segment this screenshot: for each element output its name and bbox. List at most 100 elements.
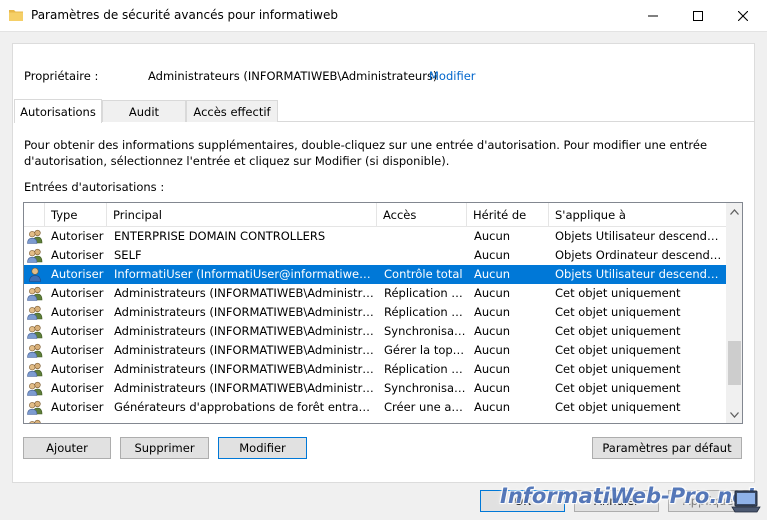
scroll-thumb[interactable] bbox=[728, 341, 741, 385]
column-header-icon[interactable] bbox=[24, 203, 45, 227]
cell-applies: Cet objet uniquement bbox=[555, 362, 681, 376]
cell-principal: InformatiUser (InformatiUser@informatiwe… bbox=[114, 267, 374, 281]
owner-label: Propriétaire : bbox=[24, 69, 99, 83]
tab-audit[interactable]: Audit bbox=[102, 100, 186, 122]
button-label: Supprimer bbox=[134, 441, 195, 455]
column-header-inherited[interactable]: Hérité de bbox=[467, 203, 549, 227]
change-owner-link[interactable]: Modifier bbox=[429, 69, 476, 83]
cell-applies: Cet objet uniquement bbox=[555, 400, 681, 414]
cell-access: Contrôle total bbox=[384, 267, 463, 281]
cell-applies: Cet objet uniquement bbox=[555, 286, 681, 300]
user-icon bbox=[27, 267, 43, 282]
cell-principal: Administrateurs (INFORMATIWEB\Administra… bbox=[114, 362, 374, 376]
group-icon bbox=[27, 305, 43, 320]
maximize-icon[interactable] bbox=[675, 0, 721, 31]
table-row[interactable]: Autoriser Générateurs d'approbations de f… bbox=[24, 398, 726, 417]
cell-principal: Administrateurs (INFORMATIWEB\Administra… bbox=[114, 305, 374, 319]
cell-principal: Administrateurs (INFORMATIWEB\Administra… bbox=[114, 286, 374, 300]
column-header-principal[interactable]: Principal bbox=[107, 203, 377, 227]
scroll-down-icon[interactable] bbox=[726, 406, 742, 423]
cell-principal: Générateurs d'approbations de forêt entr… bbox=[114, 400, 374, 414]
cell-applies: Cet objet uniquement bbox=[555, 343, 681, 357]
column-header-access[interactable]: Accès bbox=[377, 203, 467, 227]
column-header-label: Type bbox=[51, 208, 78, 222]
group-icon bbox=[27, 324, 43, 339]
column-header-type[interactable]: Type bbox=[45, 203, 107, 227]
folder-icon bbox=[9, 10, 23, 21]
button-label: Modifier bbox=[239, 441, 286, 455]
cell-type: Autoriser bbox=[51, 400, 104, 414]
table-row[interactable]: Autoriser Administrateurs (INFORMATIWEB\A… bbox=[24, 322, 726, 341]
info-text: Pour obtenir des informations supplément… bbox=[24, 138, 708, 168]
cell-access: Réplication d... bbox=[384, 286, 466, 300]
list-header: Type Principal Accès Hérité de S'appliqu… bbox=[24, 203, 726, 227]
table-row[interactable]: Autoriser Administrateurs (INFORMATIWEB\A… bbox=[24, 303, 726, 322]
cell-access: Gérer la topo... bbox=[384, 343, 466, 357]
table-row[interactable]: Autoriser InformatiUser (InformatiUser@in… bbox=[24, 265, 726, 284]
tab-label: Accès effectif bbox=[193, 104, 271, 119]
column-header-applies[interactable]: S'applique à bbox=[549, 203, 726, 227]
close-icon[interactable] bbox=[720, 0, 766, 31]
cell-type: Autoriser bbox=[51, 305, 104, 319]
table-row[interactable]: Autoriser SELF Aucun Objets Ordinateur desc… bbox=[24, 246, 726, 265]
group-icon bbox=[27, 343, 43, 358]
watermark-text: InformatiWeb-Pro.net bbox=[500, 484, 757, 508]
window-title: Paramètres de sécurité avancés pour info… bbox=[31, 8, 338, 22]
add-button[interactable]: Ajouter bbox=[23, 437, 111, 459]
cell-type: Autoriser bbox=[51, 248, 104, 262]
tab-autorisations[interactable]: Autorisations bbox=[14, 99, 102, 123]
cell-type: Autoriser bbox=[51, 229, 104, 243]
entries-label: Entrées d'autorisations : bbox=[24, 180, 165, 194]
cell-principal: SELF bbox=[114, 248, 142, 262]
title-bar: Paramètres de sécurité avancés pour info… bbox=[0, 0, 767, 31]
cell-access: Créer une app... bbox=[384, 400, 466, 414]
cell-access: Synchronisat... bbox=[384, 324, 466, 338]
group-icon bbox=[27, 419, 43, 423]
group-icon bbox=[27, 381, 43, 396]
permission-entries-list[interactable]: Type Principal Accès Hérité de S'appliqu… bbox=[23, 202, 743, 424]
cell-applies: Cet objet uniquement bbox=[555, 324, 681, 338]
cell-inherited: Aucun bbox=[474, 305, 511, 319]
button-label: Paramètres par défaut bbox=[602, 441, 732, 455]
table-row[interactable]: Autoriser Administrateurs (INFORMATIWEB\A… bbox=[24, 284, 726, 303]
cell-type: Autoriser bbox=[51, 343, 104, 357]
cell-applies: Objets Utilisateur descendants bbox=[555, 267, 725, 281]
cell-inherited: Aucun bbox=[474, 229, 511, 243]
cell-access bbox=[384, 227, 466, 246]
modify-button[interactable]: Modifier bbox=[218, 437, 307, 459]
group-icon bbox=[27, 248, 43, 263]
vertical-scrollbar[interactable] bbox=[726, 203, 742, 423]
laptop-logo-icon bbox=[731, 490, 761, 513]
scroll-up-icon[interactable] bbox=[726, 203, 742, 220]
table-row[interactable]: Autoriser ENTERPRISE DOMAIN CONTROLLERS Au… bbox=[24, 227, 726, 246]
tab-label: Audit bbox=[128, 104, 160, 119]
column-header-label: S'applique à bbox=[555, 208, 626, 222]
table-row-partial bbox=[24, 417, 726, 423]
cell-applies: Cet objet uniquement bbox=[555, 305, 681, 319]
button-label: Ajouter bbox=[46, 441, 88, 455]
restore-defaults-button[interactable]: Paramètres par défaut bbox=[592, 437, 742, 459]
minimize-icon[interactable] bbox=[630, 0, 676, 31]
cell-inherited: Aucun bbox=[474, 381, 511, 395]
cell-inherited: Aucun bbox=[474, 362, 511, 376]
cell-inherited: Aucun bbox=[474, 400, 511, 414]
remove-button[interactable]: Supprimer bbox=[120, 437, 209, 459]
cell-applies: Objets Utilisateur descendants bbox=[555, 229, 725, 243]
table-row[interactable]: Autoriser Administrateurs (INFORMATIWEB\A… bbox=[24, 379, 726, 398]
cell-type: Autoriser bbox=[51, 286, 104, 300]
group-icon bbox=[27, 400, 43, 415]
group-icon bbox=[27, 229, 43, 244]
cell-type: Autoriser bbox=[51, 324, 104, 338]
column-header-label: Hérité de bbox=[473, 208, 527, 222]
cell-access: Réplication d... bbox=[384, 362, 466, 376]
table-row[interactable]: Autoriser Administrateurs (INFORMATIWEB\A… bbox=[24, 360, 726, 379]
group-icon bbox=[27, 362, 43, 377]
tab-acces-effectif[interactable]: Accès effectif bbox=[186, 100, 278, 122]
table-row[interactable]: Autoriser Administrateurs (INFORMATIWEB\A… bbox=[24, 341, 726, 360]
tab-label: Autorisations bbox=[20, 104, 96, 119]
cell-access: Synchronisat... bbox=[384, 381, 466, 395]
cell-access: Réplication d... bbox=[384, 305, 466, 319]
cell-principal: Administrateurs (INFORMATIWEB\Administra… bbox=[114, 324, 374, 338]
cell-applies: Cet objet uniquement bbox=[555, 381, 681, 395]
cell-type: Autoriser bbox=[51, 381, 104, 395]
